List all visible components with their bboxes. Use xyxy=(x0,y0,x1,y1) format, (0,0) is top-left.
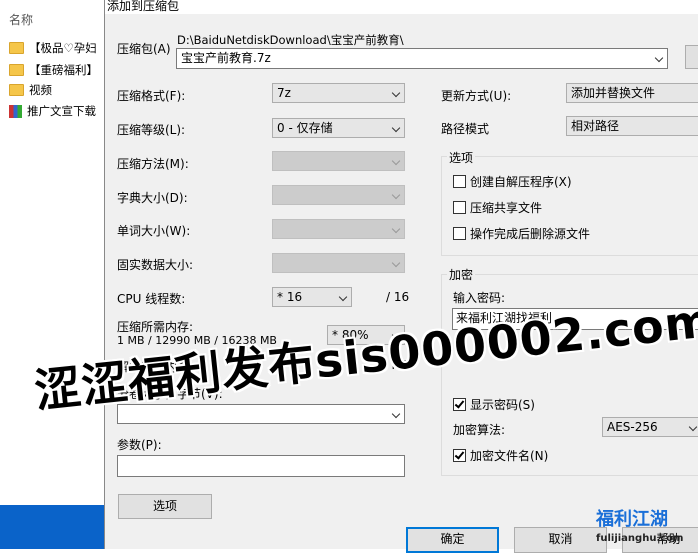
folder-icon xyxy=(9,64,24,76)
encryption-group-title: 加密 xyxy=(447,266,476,283)
list-item[interactable]: 【极品♡孕妇 xyxy=(9,38,109,58)
format-select[interactable]: 7z xyxy=(272,83,405,103)
enc-method-select[interactable]: AES-256 xyxy=(602,417,698,437)
dict-label: 字典大小(D): xyxy=(117,191,188,205)
ok-button[interactable]: 确定 xyxy=(406,527,499,553)
path-mode-label: 路径模式 xyxy=(441,122,490,136)
enc-method-label: 加密算法: xyxy=(453,423,506,437)
chevron-down-icon xyxy=(391,88,401,98)
column-header-name[interactable]: 名称 xyxy=(9,11,33,28)
folder-icon xyxy=(9,42,24,54)
checkbox-icon xyxy=(453,227,466,240)
add-to-archive-dialog: 添加到压缩包 压缩包(A) D:\BaiduNetdiskDownload\宝宝… xyxy=(104,0,698,553)
params-label: 参数(P): xyxy=(117,438,162,452)
cpu-total: / 16 xyxy=(386,290,410,304)
archive-icon xyxy=(9,104,22,118)
title-bar: 添加到压缩包 xyxy=(105,0,698,14)
site-logo: 福利江湖 fulijianghu.com xyxy=(596,505,696,549)
list-item[interactable]: 推广文宣下载 xyxy=(9,101,109,121)
solid-select[interactable] xyxy=(272,253,405,273)
explorer-pane: 名称 【极品♡孕妇 【重磅福利】 视频 推广文宣下载 xyxy=(0,0,104,549)
word-label: 单词大小(W): xyxy=(117,224,191,238)
folder-icon xyxy=(9,84,24,96)
archive-name-combo[interactable]: 宝宝产前教育.7z xyxy=(176,48,668,69)
options-button[interactable]: 选项 xyxy=(118,494,212,519)
method-select[interactable] xyxy=(272,151,405,171)
logo-title: 福利江湖 xyxy=(596,509,668,530)
chevron-down-icon xyxy=(391,156,401,166)
dialog-title: 添加到压缩包 xyxy=(107,0,180,13)
method-label: 压缩方法(M): xyxy=(117,157,189,171)
logo-url: fulijianghu.com xyxy=(596,533,684,544)
password-label: 输入密码: xyxy=(453,291,506,305)
shared-files-checkbox[interactable]: 压缩共享文件 xyxy=(453,199,542,216)
delete-after-checkbox[interactable]: 操作完成后删除源文件 xyxy=(453,225,590,242)
cancel-button[interactable]: 取消 xyxy=(514,527,607,553)
mem-comp-label: 压缩所需内存: xyxy=(117,320,194,334)
checkbox-icon xyxy=(453,175,466,188)
checkbox-checked-icon xyxy=(453,398,466,411)
params-input[interactable] xyxy=(117,455,405,477)
encrypt-names-checkbox[interactable]: 加密文件名(N) xyxy=(453,447,548,464)
chevron-down-icon xyxy=(338,292,348,302)
taskbar xyxy=(0,505,104,549)
path-mode-select[interactable]: 相对路径 xyxy=(566,116,698,136)
level-label: 压缩等级(L): xyxy=(117,123,186,137)
sfx-checkbox[interactable]: 创建自解压程序(X) xyxy=(453,173,572,190)
browse-button[interactable] xyxy=(685,45,698,69)
chevron-down-icon xyxy=(391,123,401,133)
chevron-down-icon xyxy=(391,409,401,419)
update-label: 更新方式(U): xyxy=(441,89,512,103)
archive-path: D:\BaiduNetdiskDownload\宝宝产前教育\ xyxy=(177,33,404,47)
chevron-down-icon xyxy=(391,258,401,268)
chevron-down-icon xyxy=(688,422,698,432)
chevron-down-icon xyxy=(654,53,664,63)
list-item[interactable]: 视频 xyxy=(9,80,109,100)
show-password-checkbox[interactable]: 显示密码(S) xyxy=(453,396,535,413)
level-select[interactable]: 0 - 仅存储 xyxy=(272,118,405,138)
archive-label: 压缩包(A) xyxy=(117,42,171,56)
word-select[interactable] xyxy=(272,219,405,239)
options-group-title: 选项 xyxy=(447,149,476,166)
update-select[interactable]: 添加并替换文件 xyxy=(566,83,698,103)
list-item[interactable]: 【重磅福利】 xyxy=(9,60,109,80)
chevron-down-icon xyxy=(391,190,401,200)
format-label: 压缩格式(F): xyxy=(117,89,186,103)
cpu-select[interactable]: * 16 xyxy=(272,287,352,307)
solid-label: 固实数据大小: xyxy=(117,258,194,272)
checkbox-icon xyxy=(453,201,466,214)
chevron-down-icon xyxy=(391,224,401,234)
dict-select[interactable] xyxy=(272,185,405,205)
cpu-label: CPU 线程数: xyxy=(117,292,186,306)
checkbox-checked-icon xyxy=(453,449,466,462)
